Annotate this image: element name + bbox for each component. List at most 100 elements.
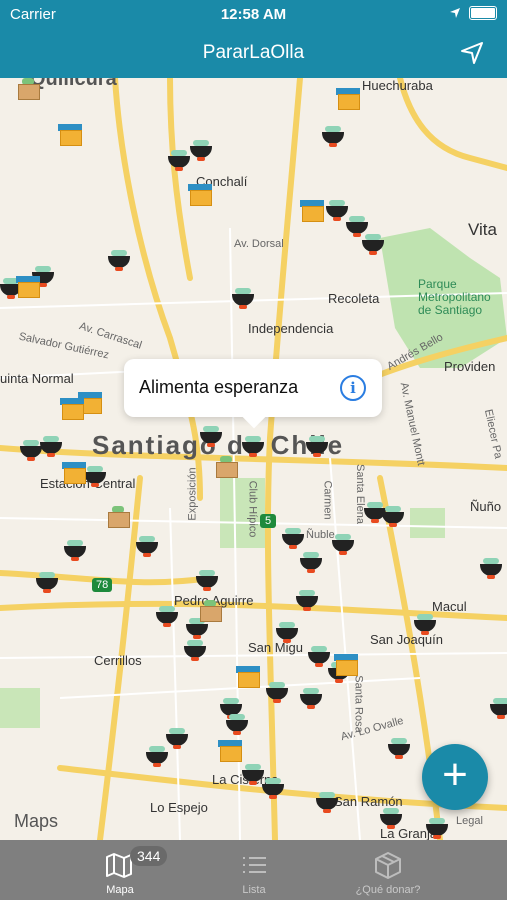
label-carmen: Carmen xyxy=(321,480,334,520)
olla-marker[interactable] xyxy=(156,606,178,627)
olla-marker[interactable] xyxy=(242,436,264,457)
route-78-shield: 78 xyxy=(92,578,113,592)
olla-marker[interactable] xyxy=(108,250,130,271)
store-marker[interactable] xyxy=(16,276,40,298)
olla-marker[interactable] xyxy=(316,792,338,813)
olla-marker[interactable] xyxy=(480,558,502,579)
battery-icon xyxy=(469,6,497,20)
label-lo-espejo: Lo Espejo xyxy=(150,800,208,815)
label-quinta-normal: uinta Normal xyxy=(0,371,74,386)
donation-marker[interactable] xyxy=(106,506,130,528)
olla-marker[interactable] xyxy=(362,234,384,255)
tab-que-donar[interactable]: ¿Qué donar? xyxy=(338,840,438,900)
label-av-dorsal: Av. Dorsal xyxy=(234,238,284,250)
add-button[interactable]: + xyxy=(422,744,488,810)
plus-icon: + xyxy=(442,750,468,799)
store-marker[interactable] xyxy=(218,740,242,762)
olla-marker[interactable] xyxy=(196,570,218,591)
olla-marker[interactable] xyxy=(168,150,190,171)
olla-marker[interactable] xyxy=(300,688,322,709)
olla-marker[interactable] xyxy=(296,590,318,611)
label-quilicura: Quilicura xyxy=(30,78,117,90)
olla-marker[interactable] xyxy=(388,738,410,759)
olla-marker[interactable] xyxy=(84,466,106,487)
donation-marker[interactable] xyxy=(16,78,40,100)
store-marker[interactable] xyxy=(236,666,260,688)
nav-bar: PararLaOlla xyxy=(0,28,507,78)
olla-marker[interactable] xyxy=(40,436,62,457)
olla-marker[interactable] xyxy=(146,746,168,767)
store-marker[interactable] xyxy=(58,124,82,146)
status-icons xyxy=(449,6,497,20)
store-marker[interactable] xyxy=(62,462,86,484)
label-cerrillos: Cerrillos xyxy=(94,653,142,668)
olla-marker[interactable] xyxy=(226,714,248,735)
label-club-hipico: Club Hípico xyxy=(246,480,259,538)
label-huechuraba: Huechuraba xyxy=(362,78,433,93)
olla-marker[interactable] xyxy=(266,682,288,703)
olla-marker[interactable] xyxy=(322,126,344,147)
olla-marker[interactable] xyxy=(36,572,58,593)
olla-marker[interactable] xyxy=(184,640,206,661)
tab-label: ¿Qué donar? xyxy=(355,884,421,896)
olla-marker[interactable] xyxy=(426,818,448,839)
label-recoleta: Recoleta xyxy=(328,291,380,306)
store-marker[interactable] xyxy=(60,398,84,420)
box-icon xyxy=(375,852,401,879)
olla-marker[interactable] xyxy=(490,698,507,719)
olla-marker[interactable] xyxy=(20,440,42,461)
olla-marker[interactable] xyxy=(308,646,330,667)
tab-label: Lista xyxy=(242,884,266,896)
olla-marker[interactable] xyxy=(136,536,158,557)
olla-marker[interactable] xyxy=(64,540,86,561)
olla-marker[interactable] xyxy=(300,552,322,573)
donation-marker[interactable] xyxy=(214,456,238,478)
legal-link[interactable]: Legal xyxy=(456,815,483,827)
callout-title: Alimenta esperanza xyxy=(139,377,299,397)
olla-marker[interactable] xyxy=(282,528,304,549)
olla-marker[interactable] xyxy=(262,778,284,799)
label-vitacura: Vita xyxy=(468,220,497,239)
olla-marker[interactable] xyxy=(306,436,328,457)
tab-label: Mapa xyxy=(106,884,134,896)
info-icon[interactable]: i xyxy=(340,375,366,401)
store-marker[interactable] xyxy=(300,200,324,222)
label-san-joaquin: San Joaquín xyxy=(370,632,444,647)
label-parque-metropolitano: Parque Metropolitano de Santiago xyxy=(418,277,491,317)
tab-lista[interactable]: Lista xyxy=(204,840,304,900)
store-marker[interactable] xyxy=(334,654,358,676)
olla-marker[interactable] xyxy=(276,622,298,643)
route-5-shield: 5 xyxy=(260,514,277,528)
olla-marker[interactable] xyxy=(332,534,354,555)
clock: 12:58 AM xyxy=(220,6,287,23)
label-nunoa: Ñuño xyxy=(470,499,502,514)
maps-attribution: Maps xyxy=(14,811,59,831)
label-independencia: Independencia xyxy=(248,321,334,336)
store-marker[interactable] xyxy=(188,184,212,206)
label-providencia: Providen xyxy=(444,359,496,374)
tab-mapa[interactable]: 344 Mapa xyxy=(70,840,170,900)
tab-badge: 344 xyxy=(130,846,168,866)
apple-maps-logo: Maps xyxy=(14,811,58,832)
locate-me-icon[interactable] xyxy=(459,40,485,66)
label-san-miguel: San Migu xyxy=(248,640,303,655)
donation-marker[interactable] xyxy=(198,600,222,622)
map-view[interactable]: Quilicura Huechuraba Conchalí Vita Av. D… xyxy=(0,78,507,840)
olla-marker[interactable] xyxy=(326,200,348,221)
label-exposicion: Exposición xyxy=(186,467,199,521)
olla-marker[interactable] xyxy=(414,614,436,635)
app-title: PararLaOlla xyxy=(202,42,305,63)
location-arrow-icon xyxy=(450,8,460,18)
list-icon xyxy=(243,857,266,873)
olla-marker[interactable] xyxy=(166,728,188,749)
olla-marker[interactable] xyxy=(200,426,222,447)
olla-marker[interactable] xyxy=(380,808,402,829)
olla-marker[interactable] xyxy=(242,764,264,785)
olla-marker[interactable] xyxy=(232,288,254,309)
store-marker[interactable] xyxy=(336,88,360,110)
olla-marker[interactable] xyxy=(382,506,404,527)
olla-marker[interactable] xyxy=(346,216,368,237)
olla-marker[interactable] xyxy=(190,140,212,161)
marker-callout[interactable]: Alimenta esperanza i xyxy=(124,359,382,417)
label-san-ramon: San Ramón xyxy=(334,794,403,809)
